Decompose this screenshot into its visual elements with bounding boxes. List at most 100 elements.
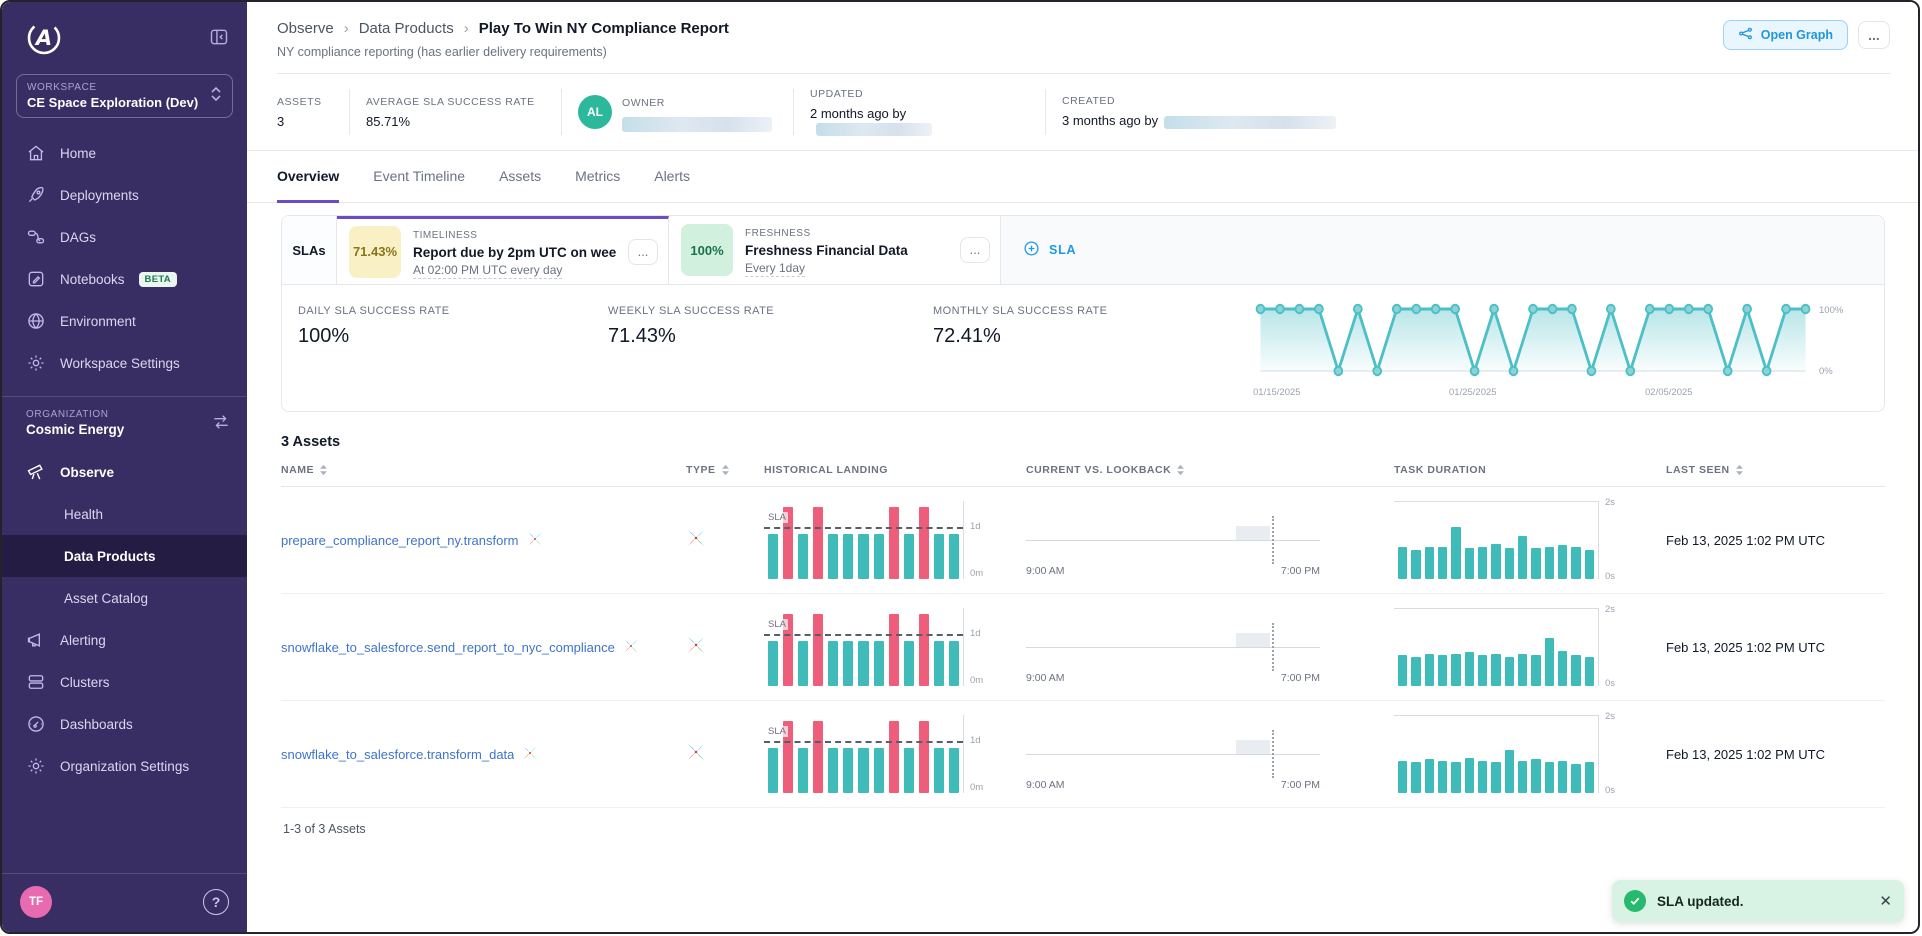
sidebar-item-health[interactable]: Health: [2, 493, 247, 535]
rocket-icon: [26, 185, 46, 205]
close-icon[interactable]: ✕: [1879, 892, 1892, 910]
sidebar-item-dashboards[interactable]: Dashboards: [2, 703, 247, 745]
open-graph-button[interactable]: Open Graph: [1723, 20, 1848, 50]
current-time-marker: [1272, 623, 1274, 671]
more-options-button[interactable]: ...: [1858, 21, 1890, 49]
sidebar-item-label: Deployments: [60, 188, 139, 203]
sla-card-more-button[interactable]: ...: [628, 239, 658, 265]
tab-assets[interactable]: Assets: [499, 151, 541, 203]
help-button[interactable]: ?: [203, 889, 229, 915]
current-time-marker: [1272, 516, 1274, 564]
plus-circle-icon: [1023, 240, 1040, 260]
sidebar-item-label: Health: [64, 507, 103, 522]
sla-card-freshness[interactable]: 100% FRESHNESS Freshness Financial Data …: [669, 216, 1001, 284]
stat-owner: AL OWNER: [561, 89, 793, 135]
sla-card-timeliness[interactable]: 71.43% TIMELINESS Report due by 2pm UTC …: [337, 216, 669, 284]
sidebar-item-alerting[interactable]: Alerting: [2, 619, 247, 661]
sidebar-item-label: Home: [60, 146, 96, 161]
notebook-icon: [26, 269, 46, 289]
sla-card-more-button[interactable]: ...: [960, 237, 990, 263]
table-row: prepare_compliance_report_ny.transform S…: [281, 487, 1885, 594]
sparkline-x-axis: 01/15/2025 01/25/2025 02/05/2025: [1253, 387, 1813, 401]
sort-icon: [1735, 464, 1744, 476]
assets-heading: 3 Assets: [281, 434, 1885, 450]
sidebar-item-label: Environment: [60, 314, 136, 329]
sla-section-title: SLAs: [282, 216, 337, 284]
sidebar-item-environment[interactable]: Environment: [2, 300, 247, 342]
telescope-icon: [26, 462, 46, 482]
breadcrumb-data-products[interactable]: Data Products: [359, 20, 454, 37]
breadcrumb-observe[interactable]: Observe: [277, 20, 334, 37]
tab-event-timeline[interactable]: Event Timeline: [373, 151, 465, 203]
sla-threshold-line: [764, 634, 963, 636]
asset-type-cell: [686, 528, 764, 553]
sidebar-item-label: DAGs: [60, 230, 96, 245]
tab-alerts[interactable]: Alerts: [654, 151, 690, 203]
gauge-icon: [26, 714, 46, 734]
sla-percentage-badge: 71.43%: [349, 226, 401, 278]
sidebar-item-label: Dashboards: [60, 717, 133, 732]
sidebar-item-home[interactable]: Home: [2, 132, 247, 174]
organization-label: ORGANIZATION: [26, 409, 124, 420]
asset-name-cell: snowflake_to_salesforce.send_report_to_n…: [281, 638, 686, 657]
sla-kind-label: FRESHNESS: [745, 228, 811, 239]
sla-percentage-badge: 100%: [681, 224, 733, 276]
airflow-icon: [686, 635, 706, 655]
airflow-icon: [527, 531, 543, 547]
sidebar-item-observe[interactable]: Observe: [2, 451, 247, 493]
svg-text:A: A: [34, 26, 52, 50]
main-content: Observe › Data Products › Play To Win NY…: [247, 2, 1918, 932]
column-header-name[interactable]: NAME: [281, 464, 686, 476]
sla-threshold-line: [764, 527, 963, 529]
stat-created: CREATED 3 months ago by: [1045, 89, 1888, 135]
switch-organization-button[interactable]: [211, 412, 231, 435]
sidebar: A WORKSPACE CE Space Exploration (Dev) H…: [2, 2, 247, 932]
current-vs-lookback-chart: 9:00 AM 7:00 PM: [1026, 715, 1326, 793]
sidebar-item-label: Observe: [60, 465, 114, 480]
stats-bar: ASSETS 3 AVERAGE SLA SUCCESS RATE 85.71%…: [247, 74, 1918, 151]
tab-metrics[interactable]: Metrics: [575, 151, 620, 203]
airflow-icon: [686, 742, 706, 762]
add-sla-button[interactable]: SLA: [1023, 240, 1076, 260]
column-header-type[interactable]: TYPE: [686, 464, 764, 476]
weekly-sla-rate: WEEKLY SLA SUCCESS RATE 71.43%: [608, 299, 933, 403]
sidebar-item-data-products[interactable]: Data Products: [2, 535, 247, 577]
airflow-icon: [522, 745, 538, 761]
last-seen-cell: Feb 13, 2025 1:02 PM UTC: [1666, 533, 1885, 548]
sidebar-item-clusters[interactable]: Clusters: [2, 661, 247, 703]
sidebar-item-notebooks[interactable]: Notebooks BETA: [2, 258, 247, 300]
sidebar-item-deployments[interactable]: Deployments: [2, 174, 247, 216]
column-header-current-vs-lookback[interactable]: CURRENT VS. LOOKBACK: [1026, 464, 1394, 476]
sort-icon: [319, 464, 328, 476]
table-pagination-summary: 1-3 of 3 Assets: [281, 808, 1885, 856]
sidebar-item-label: Alerting: [60, 633, 106, 648]
airflow-icon: [686, 528, 706, 548]
workspace-selector[interactable]: WORKSPACE CE Space Exploration (Dev): [16, 74, 233, 118]
sidebar-item-organization-settings[interactable]: Organization Settings: [2, 745, 247, 787]
lookback-window-block: [1236, 526, 1270, 540]
lookback-window-block: [1236, 633, 1270, 647]
sidebar-item-asset-catalog[interactable]: Asset Catalog: [2, 577, 247, 619]
organization-nav: Observe Health Data Products Asset Catal…: [2, 451, 247, 787]
toast-message: SLA updated.: [1657, 894, 1868, 909]
tab-overview[interactable]: Overview: [277, 151, 339, 203]
redacted-updated-by: [816, 123, 932, 136]
owner-avatar: AL: [578, 95, 612, 129]
sidebar-item-label: Notebooks: [60, 272, 125, 287]
column-header-last-seen[interactable]: LAST SEEN: [1666, 464, 1885, 476]
sidebar-item-dags[interactable]: DAGs: [2, 216, 247, 258]
current-vs-lookback-chart: 9:00 AM 7:00 PM: [1026, 608, 1326, 686]
toast-notification: SLA updated. ✕: [1612, 880, 1904, 922]
user-avatar[interactable]: TF: [20, 886, 52, 918]
airflow-icon: [522, 745, 538, 764]
stat-assets: ASSETS 3: [277, 89, 349, 135]
asset-link[interactable]: snowflake_to_salesforce.send_report_to_n…: [281, 640, 615, 655]
asset-link[interactable]: prepare_compliance_report_ny.transform: [281, 533, 519, 548]
airflow-icon: [623, 638, 639, 654]
monthly-sla-rate: MONTHLY SLA SUCCESS RATE 72.41%: [933, 299, 1253, 403]
sidebar-item-workspace-settings[interactable]: Workspace Settings: [2, 342, 247, 384]
collapse-sidebar-button[interactable]: [209, 27, 229, 50]
asset-link[interactable]: snowflake_to_salesforce.transform_data: [281, 747, 514, 762]
page-title: Play To Win NY Compliance Report: [479, 20, 729, 37]
home-icon: [26, 143, 46, 163]
